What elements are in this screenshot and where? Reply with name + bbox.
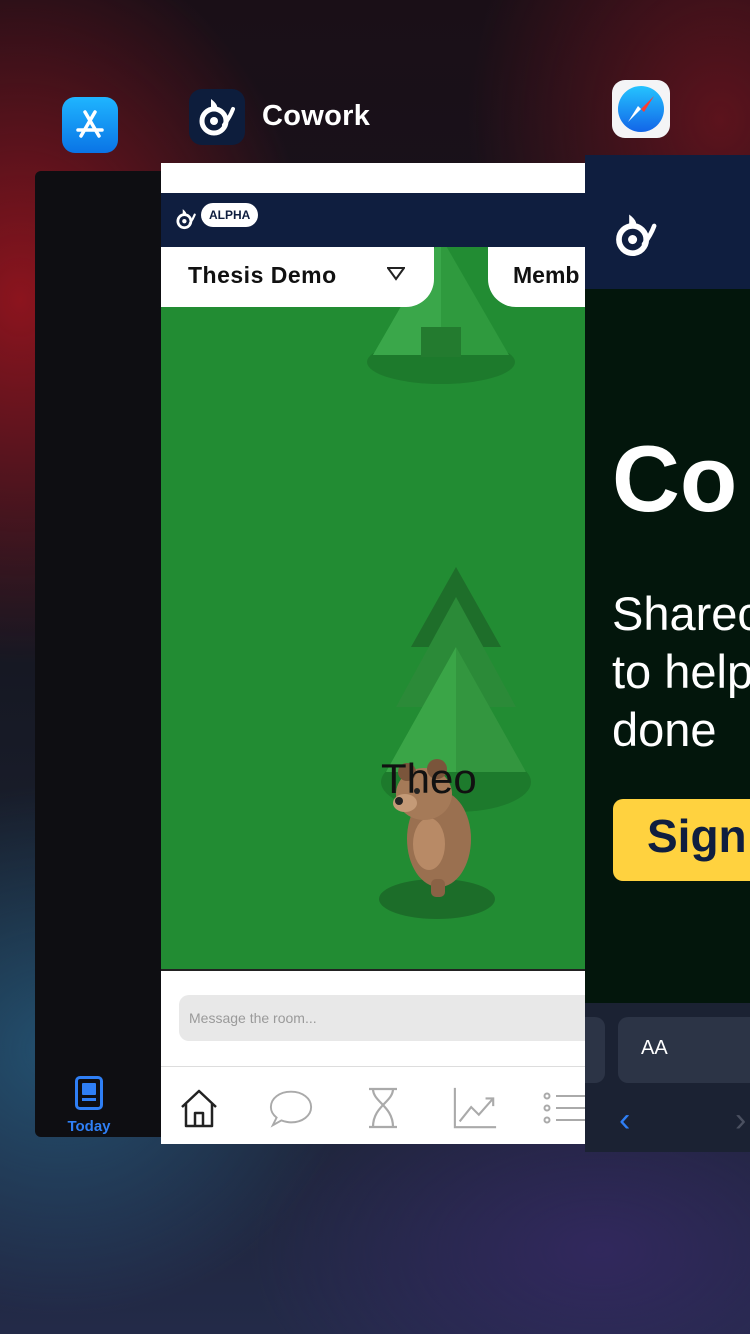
hero-subtitle-line: to help <box>612 645 750 698</box>
app-store-card[interactable] <box>35 171 175 1137</box>
status-area <box>161 163 585 194</box>
site-header <box>585 155 750 289</box>
list-icon[interactable] <box>541 1085 585 1131</box>
cowork-card[interactable]: ALPHA Theo Thesis Demo Memb Message the … <box>161 163 585 1144</box>
forward-button[interactable]: › <box>735 1101 746 1140</box>
today-tab-icon[interactable] <box>75 1076 103 1110</box>
message-input[interactable] <box>179 995 585 1041</box>
back-button[interactable]: ‹ <box>619 1101 630 1140</box>
cowork-small-logo-icon <box>176 209 196 230</box>
cowork-logo-icon[interactable] <box>189 89 245 145</box>
caret-down-icon <box>387 267 405 281</box>
prev-url-bar[interactable] <box>585 1017 605 1083</box>
hourglass-icon[interactable] <box>360 1085 406 1131</box>
members-label: Memb <box>513 262 580 288</box>
hero-subtitle-line: Sharec <box>612 587 750 640</box>
signup-button-label: Sign <box>647 810 747 862</box>
alpha-badge: ALPHA <box>201 203 259 227</box>
today-tab-label[interactable]: Today <box>60 1118 118 1135</box>
app-store-icon[interactable] <box>62 97 118 153</box>
message-composer <box>161 969 585 1067</box>
safari-card[interactable]: Co Sharec to help done Sign AA ‹ › <box>585 155 750 1152</box>
bottom-nav <box>161 1066 585 1144</box>
members-tab[interactable]: Memb <box>488 247 585 307</box>
character-name: Theo <box>381 755 477 802</box>
safari-toolbar: AA ‹ › <box>585 1003 750 1152</box>
current-app-title: Cowork <box>262 100 371 132</box>
chat-bubble-icon[interactable] <box>268 1085 314 1131</box>
room-name: Thesis Demo <box>188 262 337 288</box>
chart-icon[interactable] <box>452 1085 498 1131</box>
game-world[interactable]: Theo Thesis Demo Memb 0 <box>161 247 585 969</box>
hero-subtitle-line: done <box>612 703 717 756</box>
signup-button[interactable]: Sign <box>613 799 750 881</box>
home-icon[interactable] <box>176 1085 222 1131</box>
safari-compass-icon[interactable] <box>612 80 670 138</box>
hero-subtitle: Sharec to help done <box>612 585 750 759</box>
url-bar[interactable]: AA <box>618 1017 750 1083</box>
room-selector[interactable]: Thesis Demo <box>161 247 434 307</box>
hero-heading: Co <box>612 426 738 531</box>
cowork-logo-icon <box>616 214 657 257</box>
text-size-button[interactable]: AA <box>641 1037 668 1060</box>
